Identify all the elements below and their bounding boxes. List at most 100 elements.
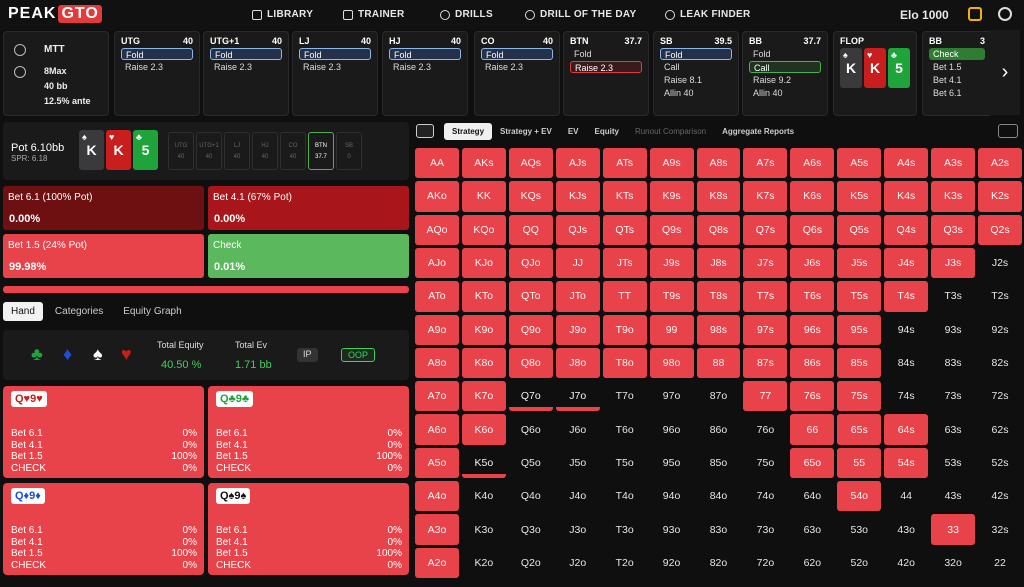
- game-settings-card[interactable]: MTT 8Max 40 bb 12.5% ante: [3, 31, 109, 116]
- hand-cell[interactable]: 93o: [650, 514, 694, 544]
- hand-cell[interactable]: 53o: [837, 514, 881, 544]
- hand-cell[interactable]: 72s: [978, 381, 1022, 411]
- position-card-sb[interactable]: SB 39.5 Fold Call Raise 8.1 Allin 40: [653, 31, 739, 116]
- hand-cell[interactable]: 52s: [978, 448, 1022, 478]
- hand-cell[interactable]: 55: [837, 447, 882, 479]
- tab-equity[interactable]: Equity: [587, 123, 627, 140]
- hand-cell[interactable]: 73o: [743, 514, 787, 544]
- club-suit-icon[interactable]: ♣: [31, 344, 43, 365]
- hand-cell[interactable]: K9s: [649, 181, 694, 212]
- mini-position-utg[interactable]: UTG 40: [168, 132, 194, 170]
- hand-cell[interactable]: JJ: [555, 247, 600, 279]
- hand-cell[interactable]: 52o: [837, 548, 881, 578]
- hand-cell[interactable]: T8o: [602, 347, 647, 379]
- hand-cell[interactable]: ATs: [602, 148, 647, 179]
- hand-cell[interactable]: 87o: [697, 381, 741, 411]
- hand-cell[interactable]: A8o: [415, 347, 459, 379]
- hand-cell[interactable]: Q9s: [649, 214, 694, 245]
- hand-cell[interactable]: K4s: [884, 181, 929, 212]
- expand-icon[interactable]: [998, 124, 1018, 138]
- hand-cell[interactable]: K2o: [462, 548, 506, 578]
- position-action[interactable]: Raise 2.3: [299, 61, 371, 73]
- tab-strategy[interactable]: Strategy: [444, 122, 493, 140]
- hand-cell[interactable]: Q3o: [509, 514, 553, 544]
- hand-cell[interactable]: AKo: [415, 181, 459, 212]
- hand-cell[interactable]: J5s: [837, 247, 882, 279]
- hand-cell[interactable]: 96s: [790, 314, 835, 345]
- hand-cell[interactable]: Q6o: [509, 414, 553, 444]
- hand-cell[interactable]: 64o: [790, 481, 834, 511]
- hand-cell[interactable]: QQ: [508, 214, 553, 245]
- hand-cell[interactable]: 96o: [650, 414, 694, 444]
- logo[interactable]: PEAK GTO: [8, 5, 102, 23]
- hand-cell[interactable]: K5s: [837, 181, 882, 212]
- hand-cell[interactable]: K8s: [696, 181, 741, 212]
- hand-cell[interactable]: J2o: [556, 548, 600, 578]
- hand-cell[interactable]: J9s: [649, 247, 694, 279]
- hand-cell[interactable]: 83s: [931, 348, 975, 378]
- hand-cell[interactable]: 32o: [931, 548, 975, 578]
- hand-cell[interactable]: Q4o: [509, 481, 553, 511]
- hand-cell[interactable]: QJo: [508, 247, 553, 279]
- hand-cell[interactable]: 75s: [837, 381, 882, 412]
- hand-cell[interactable]: KTs: [602, 181, 647, 212]
- hand-cell[interactable]: 65o: [790, 447, 835, 479]
- mini-position-btn[interactable]: BTN 37.7: [308, 132, 334, 170]
- nav-drills[interactable]: DRILLS: [440, 9, 493, 20]
- hand-cell[interactable]: A7o: [415, 381, 459, 412]
- hand-cell[interactable]: KQo: [461, 214, 506, 245]
- position-card-bb[interactable]: BB 37.7 Fold Call Raise 9.2 Allin 40: [742, 31, 828, 116]
- bet-option-check[interactable]: Check 0.01%: [208, 234, 409, 278]
- tab-runout-comparison[interactable]: Runout Comparison: [627, 123, 714, 140]
- next-arrow-button[interactable]: ›: [990, 30, 1020, 115]
- position-action[interactable]: Fold: [481, 48, 553, 60]
- hand-cell[interactable]: Q3s: [931, 214, 976, 245]
- hand-cell[interactable]: 42s: [978, 481, 1022, 511]
- position-action[interactable]: Fold: [210, 48, 282, 60]
- hand-cell[interactable]: 44: [884, 481, 928, 511]
- hand-cell[interactable]: AQo: [415, 214, 459, 245]
- hand-cell[interactable]: K6s: [790, 181, 835, 212]
- position-action[interactable]: Call: [660, 61, 732, 73]
- hand-cell[interactable]: 95s: [837, 314, 882, 345]
- bb-flop-card[interactable]: BB 3 Check Bet 1.5 Bet 4.1 Bet 6.1: [922, 31, 992, 116]
- hand-cell[interactable]: T2o: [603, 548, 647, 578]
- hand-cell[interactable]: J7s: [743, 247, 788, 279]
- hand-cell[interactable]: 85s: [837, 347, 882, 379]
- hand-cell[interactable]: 62s: [978, 414, 1022, 444]
- nav-drill-of-the-day[interactable]: DRILL OF THE DAY: [525, 9, 636, 20]
- combo-card[interactable]: Q♥9♥ Bet 6.1 0% Bet 4.1 0% Bet 1.5 100% CHECK 0%: [3, 386, 204, 478]
- hand-cell[interactable]: JTo: [555, 281, 600, 312]
- position-action[interactable]: Raise 2.3: [481, 61, 553, 73]
- hand-cell[interactable]: A9o: [415, 314, 459, 345]
- hand-cell[interactable]: A4o: [415, 481, 459, 512]
- position-action[interactable]: Fold: [389, 48, 461, 60]
- hand-cell[interactable]: 82s: [978, 348, 1022, 378]
- hand-cell[interactable]: 75o: [743, 448, 787, 478]
- hand-cell[interactable]: 43s: [931, 481, 975, 511]
- diamond-suit-icon[interactable]: ♦: [63, 344, 72, 365]
- hand-cell[interactable]: 66: [790, 414, 835, 445]
- hand-cell[interactable]: A5s: [837, 148, 882, 179]
- tab-aggregate-reports[interactable]: Aggregate Reports: [714, 123, 802, 140]
- position-action[interactable]: Fold: [570, 48, 642, 60]
- hand-cell[interactable]: J5o: [556, 448, 600, 478]
- hand-cell[interactable]: T5s: [837, 281, 882, 312]
- hand-cell[interactable]: A7s: [743, 148, 788, 179]
- hand-cell[interactable]: K2s: [978, 181, 1022, 212]
- hand-cell[interactable]: K5o: [461, 448, 506, 479]
- hand-cell[interactable]: AJo: [415, 247, 459, 279]
- hand-cell[interactable]: 88: [696, 347, 741, 379]
- chat-icon[interactable]: [968, 7, 982, 21]
- hand-cell[interactable]: Q5s: [837, 214, 882, 245]
- bet-option-4-1[interactable]: Bet 4.1 (67% Pot) 0.00%: [208, 186, 409, 230]
- mini-position-sb[interactable]: SB 0: [336, 132, 362, 170]
- hand-cell[interactable]: Q6s: [790, 214, 835, 245]
- position-action[interactable]: Raise 9.2: [749, 74, 821, 86]
- hand-cell[interactable]: 32s: [978, 514, 1022, 544]
- hand-cell[interactable]: T2s: [978, 281, 1022, 311]
- position-action[interactable]: Fold: [121, 48, 193, 60]
- hand-cell[interactable]: J4s: [884, 247, 929, 279]
- position-action[interactable]: Raise 2.3: [389, 61, 461, 73]
- hand-cell[interactable]: KK: [461, 181, 506, 212]
